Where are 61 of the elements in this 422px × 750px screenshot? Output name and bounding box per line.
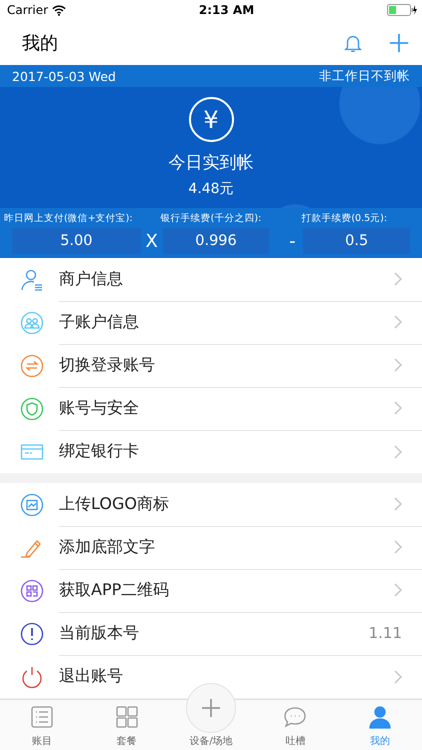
menu-label: 商户信息 [59, 268, 123, 290]
menu-row[interactable]: 商户信息 [0, 258, 422, 301]
chevron-icon [394, 272, 402, 286]
chevron-icon [394, 444, 402, 458]
chevron-icon [394, 315, 402, 329]
tab-item[interactable]: 吐槽 [253, 700, 338, 750]
earnings-title: 今日实到帐 [168, 152, 254, 174]
power-icon [20, 664, 44, 688]
menu-label: 上传LOGO商标 [59, 494, 169, 514]
chevron-icon [394, 358, 402, 372]
menu-row[interactable]: 添加底部文字 [0, 526, 422, 569]
chat-icon [283, 705, 308, 729]
version-value: 1.11 [368, 624, 402, 642]
menu-label: 账号与安全 [59, 398, 139, 418]
chevron-icon [394, 401, 402, 415]
chevron-icon [394, 583, 402, 597]
formula-value: 5.00 [12, 228, 141, 254]
notice-label: 非工作日不到帐 [319, 68, 410, 84]
battery-icon [387, 4, 417, 16]
plus-icon[interactable] [388, 32, 410, 54]
formula-label: 昨日网上支付(微信+支付宝): [3, 212, 134, 226]
menu-row[interactable]: 绑定银行卡 [0, 430, 422, 473]
operator-symbol: X [144, 230, 159, 252]
menu-label: 添加底部文字 [59, 536, 155, 558]
menu-row[interactable]: 获取APP二维码 [0, 569, 422, 612]
menu-row[interactable]: 子账户信息 [0, 301, 422, 344]
formula-label: 银行手续费(千分之四): [160, 212, 262, 226]
operator-symbol: - [288, 230, 297, 252]
menu-label: 获取APP二维码 [59, 580, 170, 600]
menu-row[interactable]: 账号与安全 [0, 387, 422, 430]
menu-label: 绑定银行卡 [59, 441, 139, 462]
grid-icon [114, 705, 139, 729]
tab-item[interactable]: 套餐 [84, 700, 169, 750]
shield-icon [20, 396, 44, 420]
earnings-amount: 4.48元 [188, 180, 234, 198]
formula-value: 0.5 [303, 228, 410, 254]
menu-label: 退出账号 [59, 666, 123, 687]
menu-label: 子账户信息 [59, 312, 139, 332]
person-icon [368, 705, 392, 729]
clock-time: 2:13 AM [198, 3, 254, 17]
info-icon [20, 622, 44, 646]
yen-icon: ¥ [188, 97, 234, 142]
menu-label: 切换登录账号 [59, 354, 155, 376]
switch-icon [20, 354, 44, 378]
formula-value: 0.996 [162, 228, 270, 254]
chevron-icon [394, 540, 402, 554]
page-title: 我的 [22, 32, 58, 54]
date-label: 2017-05-03 Wed [12, 68, 116, 84]
qr-icon [20, 578, 44, 602]
wifi-icon [52, 4, 66, 16]
menu-row[interactable]: 上传LOGO商标 [0, 483, 422, 526]
list-icon [30, 705, 54, 729]
image-icon [20, 492, 44, 516]
carrier-label: Carrier [7, 3, 48, 17]
chevron-icon [394, 497, 402, 511]
menu-row[interactable]: 切换登录账号 [0, 344, 422, 387]
formula-label: 打款手续费(0.5元): [300, 212, 388, 226]
tab-item[interactable]: 账目 [0, 700, 84, 750]
menu-row[interactable]: 当前版本号 1.11 [0, 612, 422, 655]
menu-label: 当前版本号 [59, 622, 139, 644]
chevron-icon [394, 670, 402, 684]
